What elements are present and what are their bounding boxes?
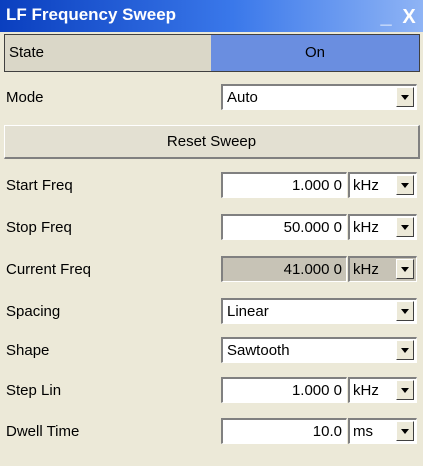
step-lin-unit-dropdown-button[interactable] <box>396 380 414 400</box>
close-icon[interactable]: X <box>398 0 420 32</box>
start-freq-value: 1.000 0 <box>291 177 342 194</box>
reset-sweep-button[interactable]: Reset Sweep <box>4 125 420 159</box>
dwell-time-unit-select[interactable]: ms <box>348 418 417 444</box>
state-row: State On <box>4 34 420 72</box>
current-freq-label: Current Freq <box>6 261 92 278</box>
mode-label: Mode <box>6 89 44 106</box>
mode-row: Mode Auto <box>0 84 423 114</box>
chevron-down-icon <box>401 309 409 314</box>
stop-freq-value: 50.000 0 <box>283 219 342 236</box>
current-freq-row: Current Freq 41.000 0 kHz <box>0 256 423 286</box>
stop-freq-unit-dropdown-button[interactable] <box>396 217 414 237</box>
shape-dropdown-button[interactable] <box>396 340 414 360</box>
shape-select[interactable]: Sawtooth <box>221 337 417 363</box>
step-lin-unit: kHz <box>353 382 379 399</box>
shape-row: Shape Sawtooth <box>0 337 423 367</box>
start-freq-unit: kHz <box>353 177 379 194</box>
stop-freq-unit: kHz <box>353 219 379 236</box>
step-lin-unit-select[interactable]: kHz <box>348 377 417 403</box>
current-freq-unit-select[interactable]: kHz <box>348 256 417 282</box>
current-freq-value: 41.000 0 <box>283 261 342 278</box>
start-freq-row: Start Freq 1.000 0 kHz <box>0 172 423 202</box>
minimize-icon[interactable]: _ <box>375 0 397 32</box>
spacing-row: Spacing Linear <box>0 298 423 328</box>
stop-freq-input[interactable]: 50.000 0 <box>221 214 347 240</box>
stop-freq-unit-select[interactable]: kHz <box>348 214 417 240</box>
chevron-down-icon <box>401 95 409 100</box>
start-freq-unit-select[interactable]: kHz <box>348 172 417 198</box>
dwell-time-input[interactable]: 10.0 <box>221 418 347 444</box>
title-bar[interactable]: LF Frequency Sweep _ X <box>0 0 423 32</box>
step-lin-label: Step Lin <box>6 382 62 399</box>
current-freq-display: 41.000 0 <box>221 256 347 282</box>
dwell-time-label: Dwell Time <box>6 423 80 440</box>
shape-label: Shape <box>6 342 50 359</box>
spacing-select[interactable]: Linear <box>221 298 417 324</box>
lf-frequency-sweep-dialog: LF Frequency Sweep _ X State On Mode Aut… <box>0 0 423 466</box>
chevron-down-icon <box>401 183 409 188</box>
current-freq-unit: kHz <box>353 261 379 278</box>
dwell-time-row: Dwell Time 10.0 ms <box>0 418 423 448</box>
chevron-down-icon <box>401 429 409 434</box>
chevron-down-icon <box>401 348 409 353</box>
step-lin-value: 1.000 0 <box>291 382 342 399</box>
stop-freq-row: Stop Freq 50.000 0 kHz <box>0 214 423 244</box>
start-freq-unit-dropdown-button[interactable] <box>396 175 414 195</box>
mode-select[interactable]: Auto <box>221 84 417 110</box>
dwell-time-unit-dropdown-button[interactable] <box>396 421 414 441</box>
mode-dropdown-button[interactable] <box>396 87 414 107</box>
step-lin-row: Step Lin 1.000 0 kHz <box>0 377 423 407</box>
state-toggle-button[interactable]: On <box>211 35 419 71</box>
spacing-value: Linear <box>227 303 269 320</box>
chevron-down-icon <box>401 388 409 393</box>
current-freq-unit-dropdown-button[interactable] <box>396 259 414 279</box>
dwell-time-unit: ms <box>353 423 373 440</box>
window-title: LF Frequency Sweep <box>6 5 177 24</box>
start-freq-label: Start Freq <box>6 177 73 194</box>
start-freq-input[interactable]: 1.000 0 <box>221 172 347 198</box>
state-label: State <box>9 44 45 61</box>
mode-value: Auto <box>227 89 258 106</box>
chevron-down-icon <box>401 225 409 230</box>
spacing-label: Spacing <box>6 303 61 320</box>
stop-freq-label: Stop Freq <box>6 219 72 236</box>
step-lin-input[interactable]: 1.000 0 <box>221 377 347 403</box>
shape-value: Sawtooth <box>227 342 290 359</box>
dwell-time-value: 10.0 <box>312 423 342 440</box>
spacing-dropdown-button[interactable] <box>396 301 414 321</box>
chevron-down-icon <box>401 267 409 272</box>
